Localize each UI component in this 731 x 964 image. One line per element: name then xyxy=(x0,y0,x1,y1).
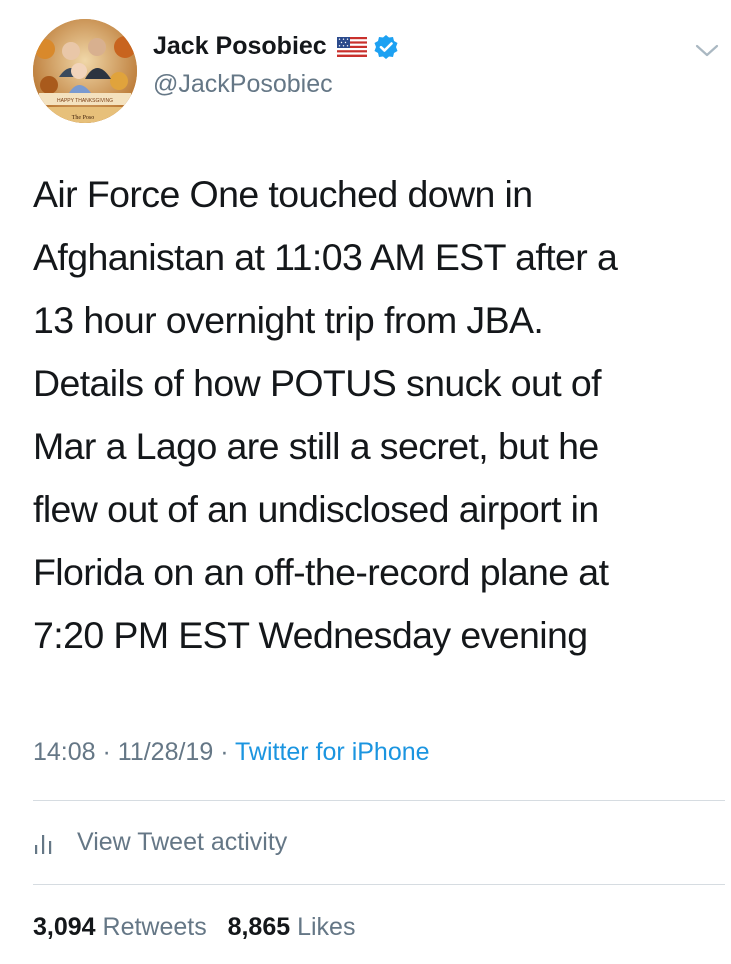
view-tweet-activity-button[interactable]: View Tweet activity xyxy=(33,828,287,857)
tweet-text-line: Air Force One touched down in xyxy=(33,173,533,215)
divider xyxy=(33,800,725,801)
avatar-footer-text: The Poso xyxy=(72,115,95,121)
tweet-date: 11/28/19 xyxy=(117,738,214,766)
display-name[interactable]: Jack Posobiec xyxy=(153,32,327,61)
tweet-text: Air Force One touched down in Afghanista… xyxy=(33,163,713,667)
divider xyxy=(33,884,725,885)
tweet-text-line: Mar a Lago are still a secret, but he xyxy=(33,425,599,467)
meta-separator: · xyxy=(95,738,118,766)
tweet-meta: 14:08 · 11/28/19 · Twitter for iPhone xyxy=(33,738,430,767)
tweet-text-line: Details of how POTUS snuck out of xyxy=(33,362,602,404)
view-tweet-activity-label: View Tweet activity xyxy=(77,828,288,856)
likes-label[interactable]: Likes xyxy=(297,913,355,941)
tweet-text-line: Afghanistan at 11:03 AM EST after a xyxy=(33,236,618,278)
us-flag-icon xyxy=(336,36,367,57)
avatar-photo: HAPPY THANKSGIVING The Poso xyxy=(33,19,137,123)
handle[interactable]: @JackPosobiec xyxy=(153,70,333,99)
display-name-row[interactable]: Jack Posobiec xyxy=(153,32,399,61)
chevron-down-icon[interactable] xyxy=(692,40,722,62)
tweet-text-line: 13 hour overnight trip from JBA. xyxy=(33,299,544,341)
avatar[interactable]: HAPPY THANKSGIVING The Poso xyxy=(33,19,137,123)
bar-chart-icon xyxy=(35,834,52,854)
avatar-banner-text: HAPPY THANKSGIVING xyxy=(57,98,113,104)
tweet-source-link[interactable]: Twitter for iPhone xyxy=(235,738,430,766)
meta-separator: · xyxy=(213,738,236,766)
likes-count[interactable]: 8,865 xyxy=(228,913,291,941)
retweets-count[interactable]: 3,094 xyxy=(33,913,96,941)
verified-badge-icon xyxy=(374,34,398,59)
tweet-text-line: 7:20 PM EST Wednesday evening xyxy=(33,614,588,656)
retweets-label[interactable]: Retweets xyxy=(103,913,207,941)
tweet-text-line: Florida on an off-the-record plane at xyxy=(33,551,609,593)
tweet-stats: 3,094 Retweets 8,865 Likes xyxy=(33,913,355,942)
tweet-text-line: flew out of an undisclosed airport in xyxy=(33,488,599,530)
tweet-card: HAPPY THANKSGIVING The Poso Jack Posobie… xyxy=(0,0,731,964)
tweet-time: 14:08 xyxy=(33,738,96,766)
